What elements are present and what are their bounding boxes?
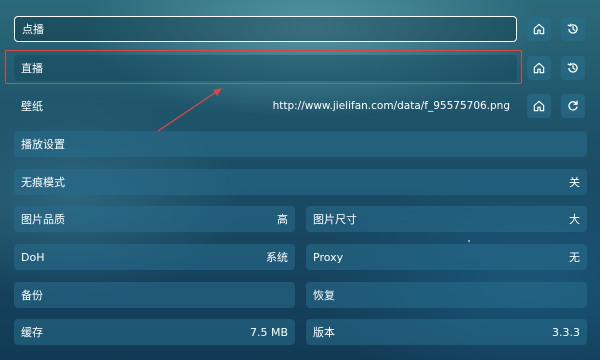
image-size-label: 图片尺寸	[313, 213, 357, 226]
version-value: 3.3.3	[552, 325, 580, 339]
home-icon	[533, 23, 545, 35]
home-icon	[533, 62, 545, 74]
version-row[interactable]: 版本 3.3.3	[306, 319, 587, 345]
playback-settings-label: 播放设置	[21, 138, 65, 151]
cache-value: 7.5 MB	[249, 325, 288, 339]
image-size-value: 大	[569, 213, 580, 226]
incognito-mode-row[interactable]: 无痕模式 关	[14, 169, 587, 195]
proxy-label: Proxy	[313, 250, 344, 264]
live-field[interactable]: 直播	[14, 55, 517, 81]
restore-label: 恢复	[313, 289, 335, 302]
playback-settings-row[interactable]: 播放设置	[14, 131, 587, 157]
live-label: 直播	[21, 62, 43, 75]
image-quality-row[interactable]: 图片品质 高	[14, 206, 295, 232]
wallpaper-url: http://www.jielifan.com/data/f_95575706.…	[272, 100, 510, 112]
wallpaper-home-button[interactable]	[527, 94, 551, 118]
live-history-button[interactable]	[561, 56, 585, 80]
vod-home-button[interactable]	[527, 17, 551, 41]
refresh-icon	[568, 100, 578, 111]
cache-label: 缓存	[21, 326, 43, 339]
doh-value: 系统	[266, 251, 288, 264]
cache-row[interactable]: 缓存 7.5 MB	[14, 319, 295, 345]
image-quality-value: 高	[277, 213, 288, 226]
wallpaper-field[interactable]: 壁纸 http://www.jielifan.com/data/f_955757…	[14, 93, 517, 119]
decorative-speck	[468, 240, 470, 242]
history-icon	[567, 23, 578, 34]
incognito-mode-value: 关	[569, 176, 580, 189]
image-size-row[interactable]: 图片尺寸 大	[306, 206, 587, 232]
restore-row[interactable]: 恢复	[306, 282, 587, 308]
vod-history-button[interactable]	[561, 17, 585, 41]
version-label: 版本	[313, 326, 335, 339]
vod-field[interactable]: 点播	[14, 16, 517, 42]
incognito-mode-label: 无痕模式	[21, 176, 65, 189]
history-icon	[567, 62, 578, 73]
doh-row[interactable]: DoH 系统	[14, 244, 295, 270]
proxy-value: 无	[569, 251, 580, 264]
vod-label: 点播	[22, 23, 44, 36]
backup-label: 备份	[21, 289, 43, 302]
backup-row[interactable]: 备份	[14, 282, 295, 308]
live-home-button[interactable]	[527, 56, 551, 80]
proxy-row[interactable]: Proxy 无	[306, 244, 587, 270]
wallpaper-label: 壁纸	[21, 100, 43, 113]
home-icon	[533, 100, 545, 112]
wallpaper-refresh-button[interactable]	[561, 94, 585, 118]
doh-label: DoH	[21, 250, 45, 264]
image-quality-label: 图片品质	[21, 213, 65, 226]
